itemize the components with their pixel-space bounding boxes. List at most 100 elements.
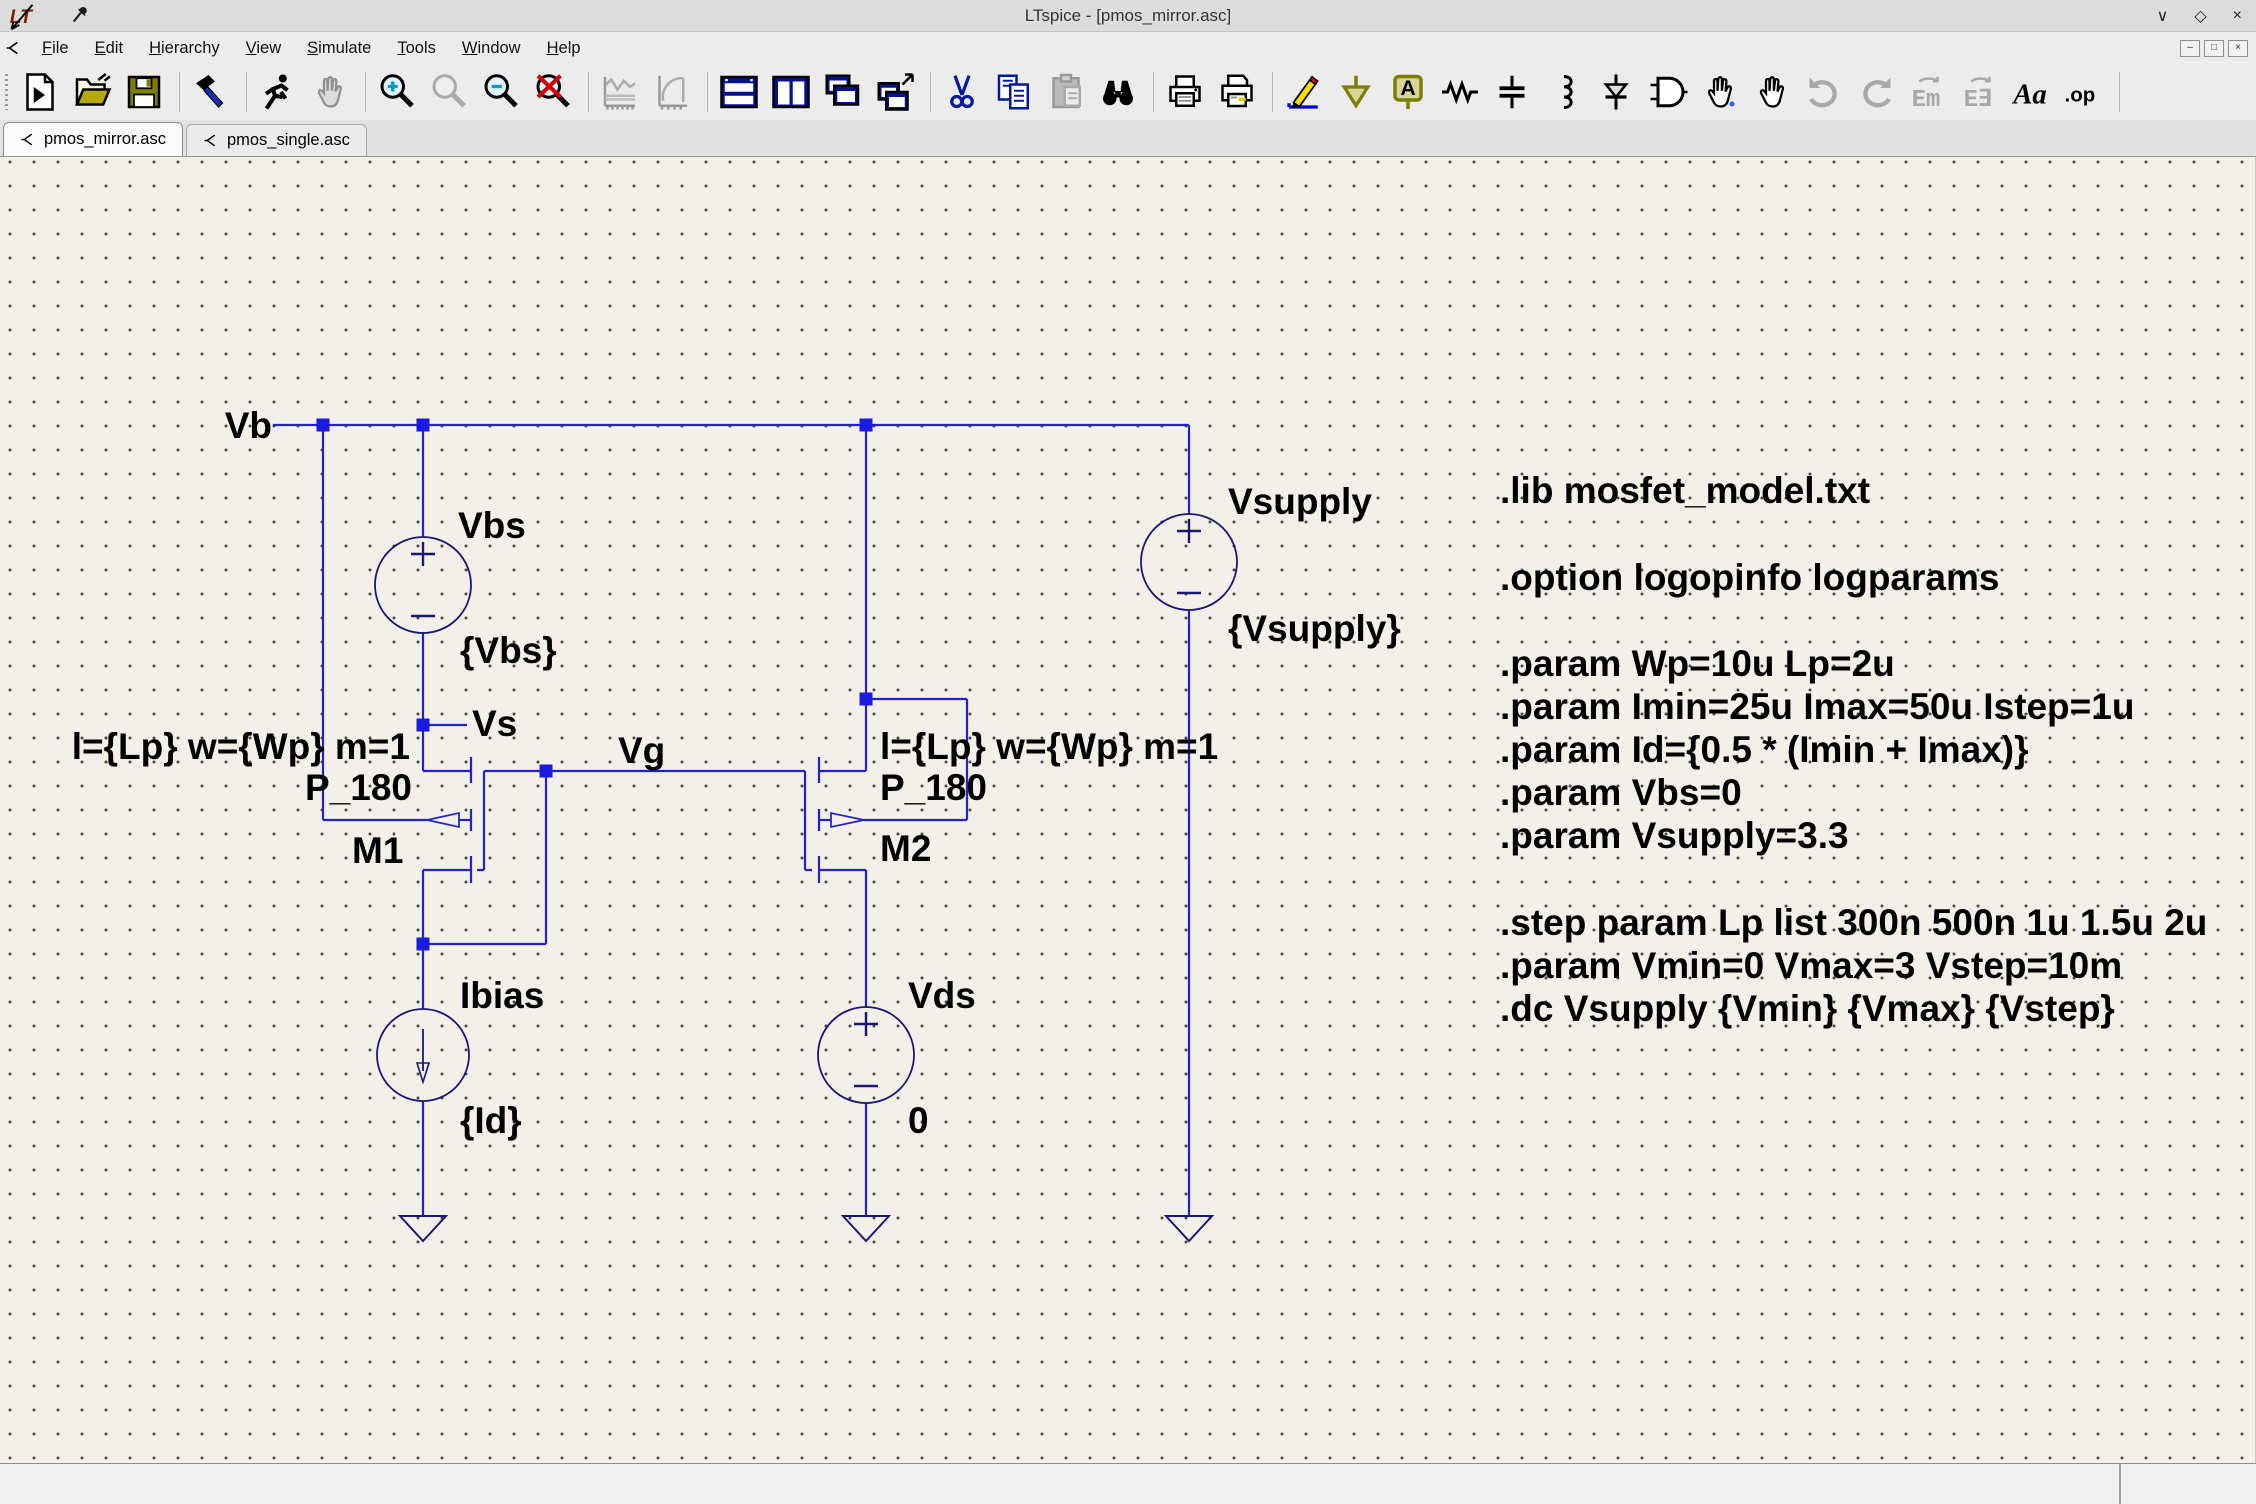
schematic-file-icon — [203, 132, 220, 149]
diode-tool-icon[interactable] — [1594, 68, 1642, 116]
waveform-pane-icon[interactable] — [598, 68, 646, 116]
tile-horizontal-icon[interactable] — [717, 68, 765, 116]
save-icon[interactable] — [122, 68, 170, 116]
maximize-button[interactable]: ◇ — [2194, 6, 2206, 26]
svg-text:Aa: Aa — [2012, 78, 2047, 110]
net-label-vs: Vs — [472, 703, 517, 744]
net-label-tool-icon[interactable]: A — [1386, 68, 1434, 116]
tab-pmos_mirror-asc[interactable]: pmos_mirror.asc — [3, 122, 183, 156]
component-tool-icon[interactable] — [1646, 68, 1694, 116]
spice-directive-text: .param Imin=25u Imax=50u Istep=1u — [1500, 686, 2134, 727]
menu-hierarchy[interactable]: Hierarchy — [136, 35, 233, 62]
open-icon[interactable] — [70, 68, 118, 116]
menu-simulate[interactable]: Simulate — [294, 35, 384, 62]
schematic-canvas[interactable]: VbVbs{Vbs}VsVgl={Lp} w={Wp} m=1P_180M1l=… — [0, 157, 2256, 1463]
spice-directive-text: .param Vsupply=3.3 — [1500, 815, 1849, 856]
find-icon[interactable] — [1096, 68, 1144, 116]
source-name-vds: Vds — [908, 975, 976, 1016]
spice-directive-icon[interactable]: .op — [2062, 68, 2110, 116]
mosfet-params-m2: l={Lp} w={Wp} m=1 — [880, 726, 1218, 767]
rotate-tool-icon[interactable]: E∃ — [1958, 68, 2006, 116]
toolbar-separator — [1153, 72, 1154, 112]
wire-junction — [417, 419, 430, 432]
menu-window[interactable]: Window — [449, 35, 534, 62]
redo-icon[interactable] — [1854, 68, 1902, 116]
halt-icon[interactable] — [308, 68, 356, 116]
toolbar-separator — [246, 72, 247, 112]
voltage-source-vbs[interactable] — [375, 537, 471, 633]
mosfet-name-m2: M2 — [880, 828, 931, 869]
resistor-tool-icon[interactable] — [1438, 68, 1486, 116]
capacitor-tool-icon[interactable] — [1490, 68, 1538, 116]
spice-directive-text: .dc Vsupply {Vmin} {Vmax} {Vstep} — [1500, 988, 2115, 1029]
scrollbar-divider — [2119, 1464, 2121, 1504]
wire-junction — [540, 765, 553, 778]
zoom-back-icon[interactable] — [427, 68, 475, 116]
wire-junction — [860, 693, 873, 706]
menu-edit[interactable]: Edit — [82, 35, 136, 62]
toolbar-separator — [365, 72, 366, 112]
mosfet-params-m1: l={Lp} w={Wp} m=1 — [72, 726, 410, 767]
source-name-vsupply: Vsupply — [1228, 481, 1372, 522]
voltage-source-vds[interactable] — [818, 1007, 914, 1103]
ground-tool-icon[interactable] — [1334, 68, 1382, 116]
voltage-source-vsupply[interactable] — [1141, 514, 1237, 610]
menu-items: FileEditHierarchyViewSimulateToolsWindow… — [29, 35, 594, 62]
titlebar: LT LTspice - [pmos_mirror.asc] ∨◇× — [0, 0, 2256, 32]
tab-pmos_single-asc[interactable]: pmos_single.asc — [186, 124, 367, 156]
ltspice-window: LT LTspice - [pmos_mirror.asc] ∨◇× FileE… — [0, 0, 2256, 1504]
mdi-child-controls: –□× — [2180, 40, 2248, 57]
inductor-tool-icon[interactable] — [1542, 68, 1590, 116]
spice-directive-text: .option logopinfo logparams — [1500, 557, 1999, 598]
undo-icon[interactable] — [1802, 68, 1850, 116]
tab-label: pmos_mirror.asc — [44, 130, 166, 149]
svg-text:E∃: E∃ — [1964, 87, 1993, 112]
zoom-in-icon[interactable] — [375, 68, 423, 116]
toolbar-separator — [2119, 72, 2120, 112]
wire-tool-icon[interactable] — [1282, 68, 1330, 116]
horizontal-scrollbar[interactable] — [0, 1463, 2256, 1504]
copy-icon[interactable] — [992, 68, 1040, 116]
control-panel-icon[interactable] — [189, 68, 237, 116]
source-value-ibias: {Id} — [460, 1100, 522, 1141]
paste-icon[interactable] — [1044, 68, 1092, 116]
close-button[interactable]: × — [2233, 7, 2242, 25]
svg-text:Em: Em — [1912, 87, 1941, 112]
minimize-button[interactable]: ∨ — [2157, 6, 2169, 26]
zoom-full-extents-icon[interactable] — [531, 68, 579, 116]
move-tool-icon[interactable] — [1698, 68, 1746, 116]
arrange-icons-icon[interactable] — [873, 68, 921, 116]
menu-file[interactable]: File — [29, 35, 82, 62]
source-name-vbs: Vbs — [458, 505, 526, 546]
source-value-vbs: {Vbs} — [460, 630, 557, 671]
toolbar-separator — [707, 72, 708, 112]
spice-directive-text: .lib mosfet_model.txt — [1500, 470, 1870, 511]
menu-help[interactable]: Help — [534, 35, 594, 62]
menu-view[interactable]: View — [233, 35, 294, 62]
current-source-ibias[interactable] — [377, 1009, 469, 1101]
child-close-button[interactable]: × — [2228, 40, 2248, 57]
ground-symbol — [843, 1216, 889, 1241]
ground-symbol — [1166, 1216, 1212, 1241]
mirror-tool-icon[interactable]: Em — [1906, 68, 1954, 116]
tile-vertical-icon[interactable] — [769, 68, 817, 116]
wire-junction — [417, 938, 430, 951]
child-minimize-button[interactable]: – — [2180, 40, 2200, 57]
child-restore-button[interactable]: □ — [2204, 40, 2224, 57]
zoom-out-icon[interactable] — [479, 68, 527, 116]
run-icon[interactable] — [256, 68, 304, 116]
toolbar-separator — [179, 72, 180, 112]
mosfet-name-m1: M1 — [352, 830, 403, 871]
ground-symbol — [400, 1216, 446, 1241]
print-setup-icon[interactable] — [1215, 68, 1263, 116]
spice-directive-text: .param Vbs=0 — [1500, 772, 1742, 813]
cut-icon[interactable] — [940, 68, 988, 116]
menu-tools[interactable]: Tools — [384, 35, 449, 62]
new-schematic-icon[interactable] — [18, 68, 66, 116]
drag-tool-icon[interactable] — [1750, 68, 1798, 116]
cascade-windows-icon[interactable] — [821, 68, 869, 116]
plot-settings-icon[interactable] — [650, 68, 698, 116]
print-icon[interactable] — [1163, 68, 1211, 116]
window-controls: ∨ ◇ × — [2157, 0, 2242, 32]
text-tool-icon[interactable]: Aa — [2010, 68, 2058, 116]
